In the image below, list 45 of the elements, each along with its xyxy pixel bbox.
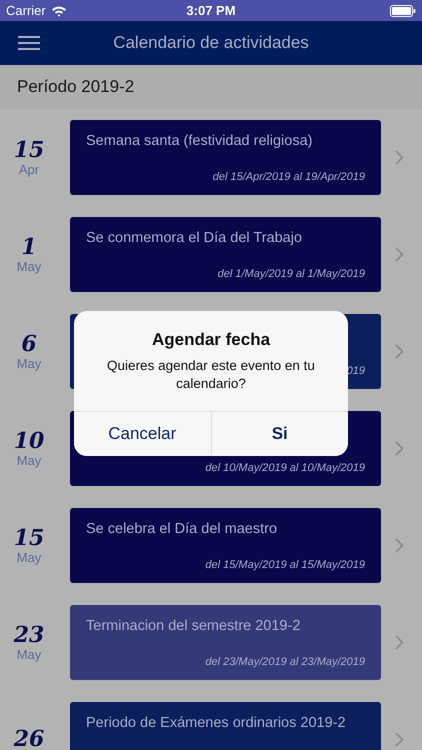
period-label: Período 2019-2 (17, 77, 134, 97)
day-number: 26 (14, 727, 44, 750)
date-range: del 1/May/2019 al 1/May/2019 (218, 268, 365, 280)
chevron-icon (395, 538, 404, 553)
chevron-icon (395, 441, 404, 456)
day-number: 15 (14, 138, 44, 162)
date-range: del 15/Apr/2019 al 19/Apr/2019 (212, 171, 365, 183)
clock-time: 3:07 PM (185, 3, 237, 18)
day-number: 6 (21, 332, 37, 356)
month-label: May (16, 356, 42, 372)
event-card[interactable]: Periodo de Exámenes ordinarios 2019-2 (70, 702, 381, 750)
month-label: May (16, 550, 42, 566)
event-card[interactable]: Semana santa (festividad religiosa) del 15/Apr/2019 al 19/Apr/2019 (70, 120, 381, 195)
event-card[interactable]: Se conmemora el Día del Trabajo del 1/May/2019 al 1/May/2019 (70, 217, 381, 292)
date-range: del 10/May/2019 al 10/May/2019 (205, 462, 365, 474)
month-label: Apr (18, 162, 40, 178)
confirm-button[interactable]: Si (210, 412, 348, 456)
event-title: Periodo de Exámenes ordinarios 2019-2 (86, 715, 347, 731)
event-title: Se conmemora el Día del Trabajo (86, 230, 303, 246)
event-title: Semana santa (festividad religiosa) (86, 133, 314, 149)
event-card[interactable]: Se celebra el Día del maestro del 15/May/2019 al 15/May/2019 (70, 508, 381, 583)
month-label: May (16, 647, 42, 662)
alert-title: Agendar fecha (152, 330, 270, 350)
event-card[interactable]: Terminacion del semestre 2019-2 del 23/May/2019 al 23/May/2019 (70, 605, 381, 680)
chevron-icon (395, 344, 404, 359)
carrier-label: Carrier (6, 3, 46, 18)
battery-icon (390, 4, 416, 16)
chevron-icon (395, 150, 404, 165)
date-range: del 23/May/2019 al 23/May/2019 (205, 656, 365, 668)
event-title: Terminacion del semestre 2019-2 (86, 618, 302, 634)
menu-icon[interactable] (18, 36, 40, 50)
day-number: 1 (21, 234, 37, 260)
screen-title: Calendario de actividades (113, 33, 309, 53)
chevron-icon (395, 247, 404, 262)
alert-message: Quieres agendar este evento en tu calendario? (106, 357, 316, 394)
chevron-icon (395, 635, 404, 650)
day-number: 23 (14, 622, 44, 648)
month-label: May (16, 453, 42, 468)
day-number: 15 (14, 526, 44, 550)
month-label: May (16, 259, 42, 274)
chevron-icon (395, 732, 404, 747)
day-number: 10 (14, 428, 44, 454)
date-range: del 15/May/2019 al 15/May/2019 (205, 559, 365, 571)
wifi-icon (50, 4, 67, 16)
event-title: Se celebra el Día del maestro (86, 521, 278, 537)
